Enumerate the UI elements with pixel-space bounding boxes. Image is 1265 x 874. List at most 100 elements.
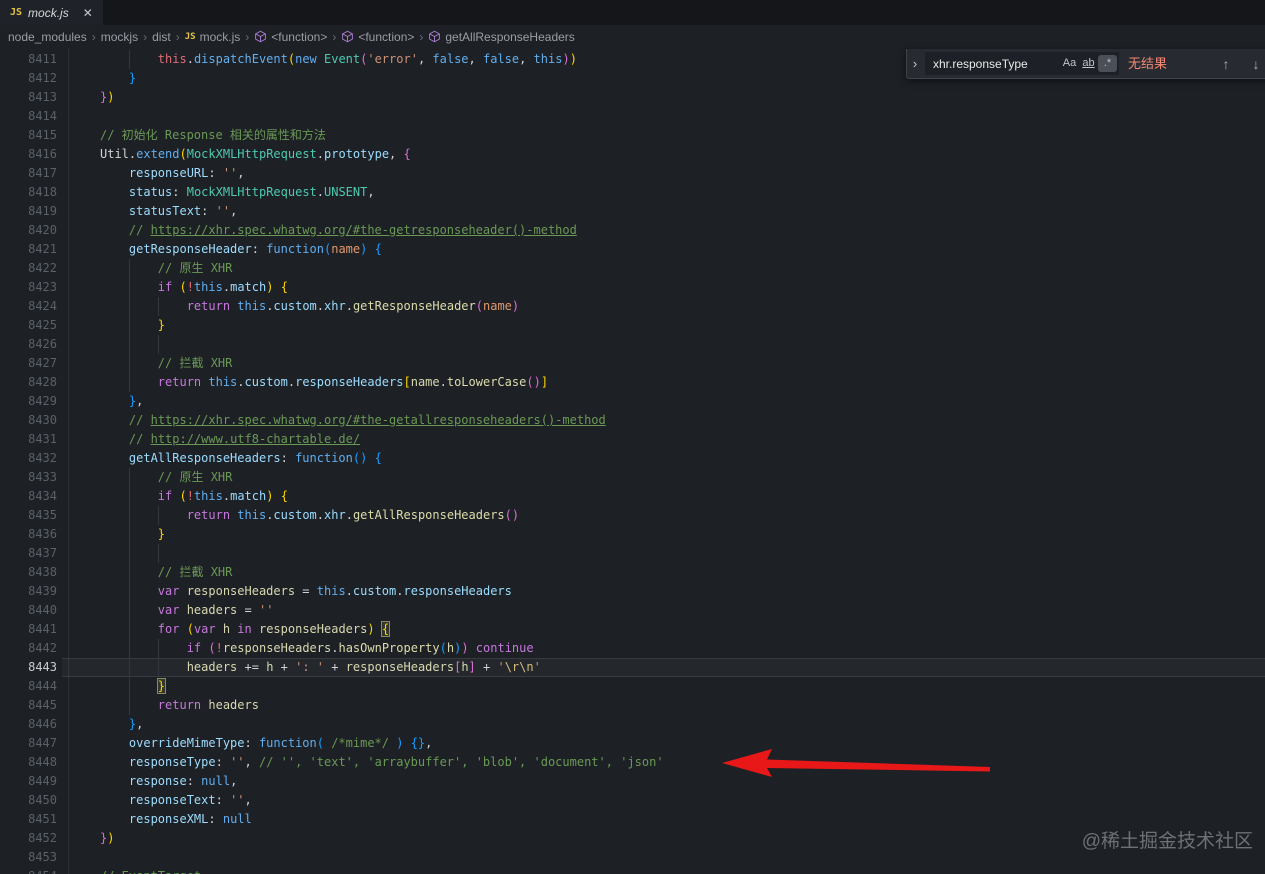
code-line[interactable]: 8414 — [0, 107, 1265, 126]
line-number: 8452 — [28, 831, 57, 845]
find-input-box[interactable]: Aa ab .* — [925, 52, 1119, 75]
code-line[interactable]: 8444 } — [0, 677, 1265, 696]
code-line[interactable]: 8417 responseURL: '', — [0, 164, 1265, 183]
find-input[interactable] — [931, 55, 1060, 72]
code-line[interactable]: 8446 }, — [0, 715, 1265, 734]
line-number: 8441 — [28, 622, 57, 636]
code-line[interactable]: 8433 // 原生 XHR — [0, 468, 1265, 487]
code-text: // https://xhr.spec.whatwg.org/#the-getr… — [128, 223, 577, 237]
code-line[interactable]: 8439 var responseHeaders = this.custom.r… — [0, 582, 1265, 601]
code-text: // 拦截 XHR — [100, 354, 232, 373]
code-line[interactable]: 8421 getResponseHeader: function(name) { — [0, 240, 1265, 259]
breadcrumb-label: mockjs — [100, 29, 139, 44]
code-line[interactable]: 8418 status: MockXMLHttpRequest.UNSENT, — [0, 183, 1265, 202]
code-line[interactable]: 8453 — [0, 848, 1265, 867]
code-line[interactable]: 8449 response: null, — [0, 772, 1265, 791]
code-line[interactable]: 8426 — [0, 335, 1265, 354]
code-text: responseURL: '', — [128, 166, 245, 180]
code-editor[interactable]: 8411 this.dispatchEvent(new Event('error… — [0, 48, 1265, 874]
code-line[interactable]: 8445 return headers — [0, 696, 1265, 715]
code-text: } — [128, 71, 137, 85]
code-line[interactable]: 8413}) — [0, 88, 1265, 107]
code-line[interactable]: 8440 var headers = '' — [0, 601, 1265, 620]
line-number: 8414 — [28, 109, 57, 123]
indent-guide — [128, 316, 130, 335]
find-previous-button[interactable]: ↑ — [1215, 49, 1237, 79]
line-number: 8443 — [28, 660, 57, 674]
indent-guide — [128, 677, 130, 696]
line-number: 8436 — [28, 527, 57, 541]
indent-guide — [128, 696, 130, 715]
line-number: 8442 — [28, 641, 57, 655]
code-line[interactable]: 8419 statusText: '', — [0, 202, 1265, 221]
indent-guide — [128, 354, 130, 373]
code-line[interactable]: 8435 return this.custom.xhr.getAllRespon… — [0, 506, 1265, 525]
code-text: }, — [128, 394, 144, 408]
whole-word-toggle[interactable]: ab — [1079, 55, 1098, 72]
line-number: 8427 — [28, 356, 57, 370]
code-text: }) — [100, 831, 115, 845]
code-line[interactable]: 8425 } — [0, 316, 1265, 335]
regex-toggle[interactable]: .* — [1098, 55, 1117, 72]
line-number: 8416 — [28, 147, 57, 161]
line-number: 8423 — [28, 280, 57, 294]
code-text: response: null, — [128, 774, 238, 788]
line-number: 8432 — [28, 451, 57, 465]
javascript-file-icon: JS — [184, 31, 196, 42]
breadcrumb-separator-icon: › — [419, 29, 424, 44]
code-text: getAllResponseHeaders: function() { — [128, 451, 382, 465]
breadcrumb-item--function-[interactable]: <function> — [341, 30, 414, 44]
code-text: if (!this.match) { — [100, 487, 288, 506]
close-tab-icon[interactable]: ✕ — [83, 6, 93, 20]
code-line[interactable]: 8432 getAllResponseHeaders: function() { — [0, 449, 1265, 468]
code-text: if (!this.match) { — [100, 278, 288, 297]
indent-guide — [128, 373, 130, 392]
line-number: 8445 — [28, 698, 57, 712]
code-line[interactable]: 8427 // 拦截 XHR — [0, 354, 1265, 373]
code-line[interactable]: 8420 // https://xhr.spec.whatwg.org/#the… — [0, 221, 1265, 240]
code-line[interactable]: 8452}) — [0, 829, 1265, 848]
code-line[interactable]: 8454 // EventTarget — [0, 867, 1265, 874]
line-number: 8434 — [28, 489, 57, 503]
tab-mock-js[interactable]: JS mock.js ✕ — [0, 0, 103, 25]
code-line[interactable]: 8450 responseText: '', — [0, 791, 1265, 810]
code-line[interactable]: 8442 if (!responseHeaders.hasOwnProperty… — [0, 639, 1265, 658]
code-line[interactable]: 8437 — [0, 544, 1265, 563]
code-line[interactable]: 8436 } — [0, 525, 1265, 544]
breadcrumb-item-mock-js[interactable]: JS mock.js — [185, 30, 241, 44]
code-text: if (!responseHeaders.hasOwnProperty(h)) … — [100, 639, 534, 658]
match-case-toggle[interactable]: Aa — [1060, 55, 1079, 72]
code-line[interactable]: 8451 responseXML: null — [0, 810, 1265, 829]
code-line[interactable]: 8429 }, — [0, 392, 1265, 411]
breadcrumb-item-mockjs[interactable]: mockjs — [101, 30, 138, 44]
code-text: return this.custom.responseHeaders[name.… — [100, 373, 548, 392]
code-line[interactable]: 8415 // 初始化 Response 相关的属性和方法 — [0, 126, 1265, 145]
editor-tab-bar: JS mock.js ✕ — [0, 0, 1265, 25]
line-number: 8424 — [28, 299, 57, 313]
breadcrumb-label: node_modules — [8, 29, 87, 44]
code-text: }) — [100, 90, 115, 104]
line-number: 8430 — [28, 413, 57, 427]
code-line[interactable]: 8430 // https://xhr.spec.whatwg.org/#the… — [0, 411, 1265, 430]
code-line[interactable]: 8448 responseType: '', // '', 'text', 'a… — [0, 753, 1265, 772]
breadcrumb-item--function-[interactable]: <function> — [254, 30, 327, 44]
code-line[interactable]: 8428 return this.custom.responseHeaders[… — [0, 373, 1265, 392]
code-text: var responseHeaders = this.custom.respon… — [100, 582, 512, 601]
code-line[interactable]: 8443 headers += h + ': ' + responseHeade… — [0, 658, 1265, 677]
code-line[interactable]: 8416 Util.extend(MockXMLHttpRequest.proto… — [0, 145, 1265, 164]
code-line[interactable]: 8424 return this.custom.xhr.getResponseH… — [0, 297, 1265, 316]
toggle-replace-chevron-icon[interactable]: › — [907, 49, 923, 78]
breadcrumb-item-getallresponseheaders[interactable]: getAllResponseHeaders — [428, 30, 575, 44]
code-text: Util.extend(MockXMLHttpRequest.prototype… — [100, 147, 411, 161]
code-line[interactable]: 8422 // 原生 XHR — [0, 259, 1265, 278]
find-next-button[interactable]: ↓ — [1245, 49, 1265, 79]
code-line[interactable]: 8438 // 拦截 XHR — [0, 563, 1265, 582]
code-line[interactable]: 8441 for (var h in responseHeaders) { — [0, 620, 1265, 639]
breadcrumb-item-dist[interactable]: dist — [152, 30, 171, 44]
code-line[interactable]: 8447 overrideMimeType: function( /*mime*… — [0, 734, 1265, 753]
code-line[interactable]: 8431 // http://www.utf8-chartable.de/ — [0, 430, 1265, 449]
breadcrumb-item-node-modules[interactable]: node_modules — [8, 30, 87, 44]
indent-guide — [128, 544, 130, 563]
code-line[interactable]: 8423 if (!this.match) { — [0, 278, 1265, 297]
code-line[interactable]: 8434 if (!this.match) { — [0, 487, 1265, 506]
